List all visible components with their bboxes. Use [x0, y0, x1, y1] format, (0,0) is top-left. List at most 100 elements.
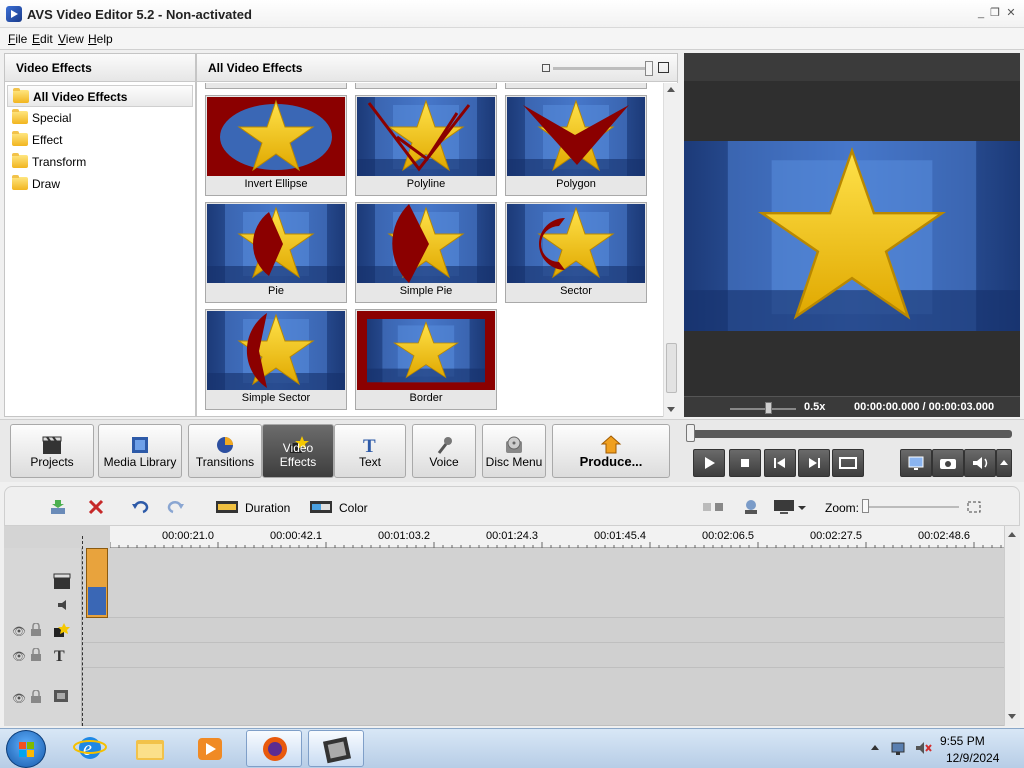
effects-track[interactable]: [4, 618, 1004, 643]
video-effects-button[interactable]: Video Effects: [262, 424, 334, 478]
split-icon[interactable]: [701, 499, 725, 515]
voice-over-icon[interactable]: [741, 499, 761, 515]
fit-to-window-icon[interactable]: [965, 499, 983, 515]
timeline-ruler[interactable]: 00:00:21.0 00:00:42.1 00:01:03.2 00:01:2…: [110, 526, 1004, 548]
eye-icon[interactable]: 👁: [12, 692, 26, 705]
fullscreen-preview-button[interactable]: [832, 449, 864, 477]
category-special[interactable]: Special: [7, 107, 193, 129]
eye-icon[interactable]: 👁: [12, 625, 26, 638]
effect-tile-border[interactable]: Border: [355, 309, 497, 410]
duration-icon[interactable]: [215, 499, 239, 515]
play-button[interactable]: [693, 449, 725, 477]
snapshot-button[interactable]: [932, 449, 964, 477]
taskbar-file-explorer[interactable]: [122, 730, 178, 767]
lock-icon[interactable]: [30, 622, 42, 640]
category-transform[interactable]: Transform: [7, 151, 193, 173]
volume-button[interactable]: [964, 449, 996, 477]
timeline-clip[interactable]: [86, 548, 108, 618]
menu-view[interactable]: View: [58, 32, 84, 46]
effect-tile-simple-sector[interactable]: Simple Sector: [205, 309, 347, 410]
color-icon[interactable]: [309, 499, 333, 515]
stop-button[interactable]: [729, 449, 761, 477]
produce-button[interactable]: Produce...: [552, 424, 670, 478]
menu-edit[interactable]: Edit: [32, 32, 53, 46]
scroll-up-icon[interactable]: [1008, 532, 1016, 537]
delete-icon[interactable]: [87, 499, 105, 515]
zoom-slider-handle[interactable]: [862, 499, 869, 513]
speaker-icon[interactable]: [56, 598, 72, 612]
disc-menu-button[interactable]: Disc Menu: [482, 424, 546, 478]
chevron-up-icon[interactable]: [870, 743, 880, 753]
scroll-down-icon[interactable]: [667, 407, 675, 412]
folder-icon: [12, 175, 28, 190]
effects-scrollbar[interactable]: [663, 83, 678, 417]
taskbar-avs-video-editor[interactable]: [308, 730, 364, 767]
projects-button[interactable]: Projects: [10, 424, 94, 478]
close-button[interactable]: ✕: [1004, 6, 1018, 20]
lock-icon[interactable]: [30, 647, 42, 665]
microphone-icon: [437, 437, 452, 454]
taskbar-media-player[interactable]: [182, 730, 238, 767]
voice-button[interactable]: Voice: [412, 424, 476, 478]
thumbnail-size-slider-handle[interactable]: [645, 61, 653, 76]
color-label[interactable]: Color: [339, 501, 368, 515]
large-thumbnail-icon[interactable]: [658, 62, 669, 73]
seek-bar[interactable]: [690, 430, 1012, 438]
effect-tile-pie[interactable]: Pie: [205, 202, 347, 303]
volume-dropdown-button[interactable]: [996, 449, 1012, 477]
menu-help[interactable]: Help: [88, 32, 113, 46]
clock-date[interactable]: 12/9/2024: [946, 751, 999, 765]
seek-bar-handle[interactable]: [686, 424, 695, 442]
scroll-up-icon[interactable]: [667, 87, 675, 92]
small-thumbnail-icon[interactable]: [542, 64, 550, 72]
taskbar-firefox[interactable]: [246, 730, 302, 767]
previous-frame-button[interactable]: [764, 449, 796, 477]
effect-tile-simple-pie[interactable]: Simple Pie: [355, 202, 497, 303]
next-frame-button[interactable]: [798, 449, 830, 477]
effect-tile-polygon[interactable]: Polygon: [505, 95, 647, 196]
video-track[interactable]: [4, 548, 1004, 618]
display-mode-button[interactable]: [900, 449, 932, 477]
eye-icon[interactable]: 👁: [12, 650, 26, 663]
monitor-icon[interactable]: [773, 499, 795, 515]
add-to-timeline-icon[interactable]: [49, 499, 67, 515]
text-track[interactable]: [4, 643, 1004, 668]
effect-tile-partial[interactable]: [505, 83, 647, 89]
scrollbar-thumb[interactable]: [666, 343, 677, 393]
media-library-button[interactable]: Media Library: [98, 424, 182, 478]
transitions-button[interactable]: Transitions: [188, 424, 262, 478]
start-button[interactable]: [6, 730, 46, 768]
category-all-video-effects[interactable]: All Video Effects: [7, 85, 193, 107]
timeline-playhead[interactable]: [82, 536, 84, 726]
audio-track[interactable]: [4, 668, 1004, 726]
redo-icon[interactable]: [167, 499, 185, 515]
network-icon[interactable]: [890, 740, 908, 756]
timeline-scrollbar[interactable]: [1004, 526, 1020, 726]
effect-tile-sector[interactable]: Sector: [505, 202, 647, 303]
category-draw[interactable]: Draw: [7, 173, 193, 195]
text-button[interactable]: T Text: [334, 424, 406, 478]
effect-tile-partial[interactable]: [205, 83, 347, 89]
scroll-down-icon[interactable]: [1008, 714, 1016, 719]
taskbar-internet-explorer[interactable]: e: [62, 730, 118, 767]
category-effect[interactable]: Effect: [7, 129, 193, 151]
clock-time[interactable]: 9:55 PM: [940, 734, 985, 748]
playback-speed-slider-handle[interactable]: [765, 402, 772, 414]
effect-tile-polyline[interactable]: Polyline: [355, 95, 497, 196]
windows-logo-icon: [19, 742, 34, 757]
chevron-down-icon[interactable]: [797, 499, 807, 515]
volume-muted-icon[interactable]: [914, 740, 932, 756]
duration-label[interactable]: Duration: [245, 501, 290, 515]
playback-speed-slider[interactable]: [730, 408, 796, 410]
minimize-button[interactable]: _: [974, 6, 988, 20]
restore-button[interactable]: ❐: [988, 6, 1002, 20]
effect-tile-invert-ellipse[interactable]: Invert Ellipse: [205, 95, 347, 196]
lock-icon[interactable]: [30, 689, 42, 707]
menu-file[interactable]: File: [8, 32, 27, 46]
timeline[interactable]: 00:00:21.0 00:00:42.1 00:01:03.2 00:01:2…: [4, 526, 1020, 726]
effect-tile-partial[interactable]: [355, 83, 497, 89]
undo-icon[interactable]: [131, 499, 149, 515]
zoom-slider[interactable]: [867, 506, 959, 508]
disc-icon: [506, 436, 522, 453]
thumbnail-size-slider[interactable]: [553, 67, 649, 70]
